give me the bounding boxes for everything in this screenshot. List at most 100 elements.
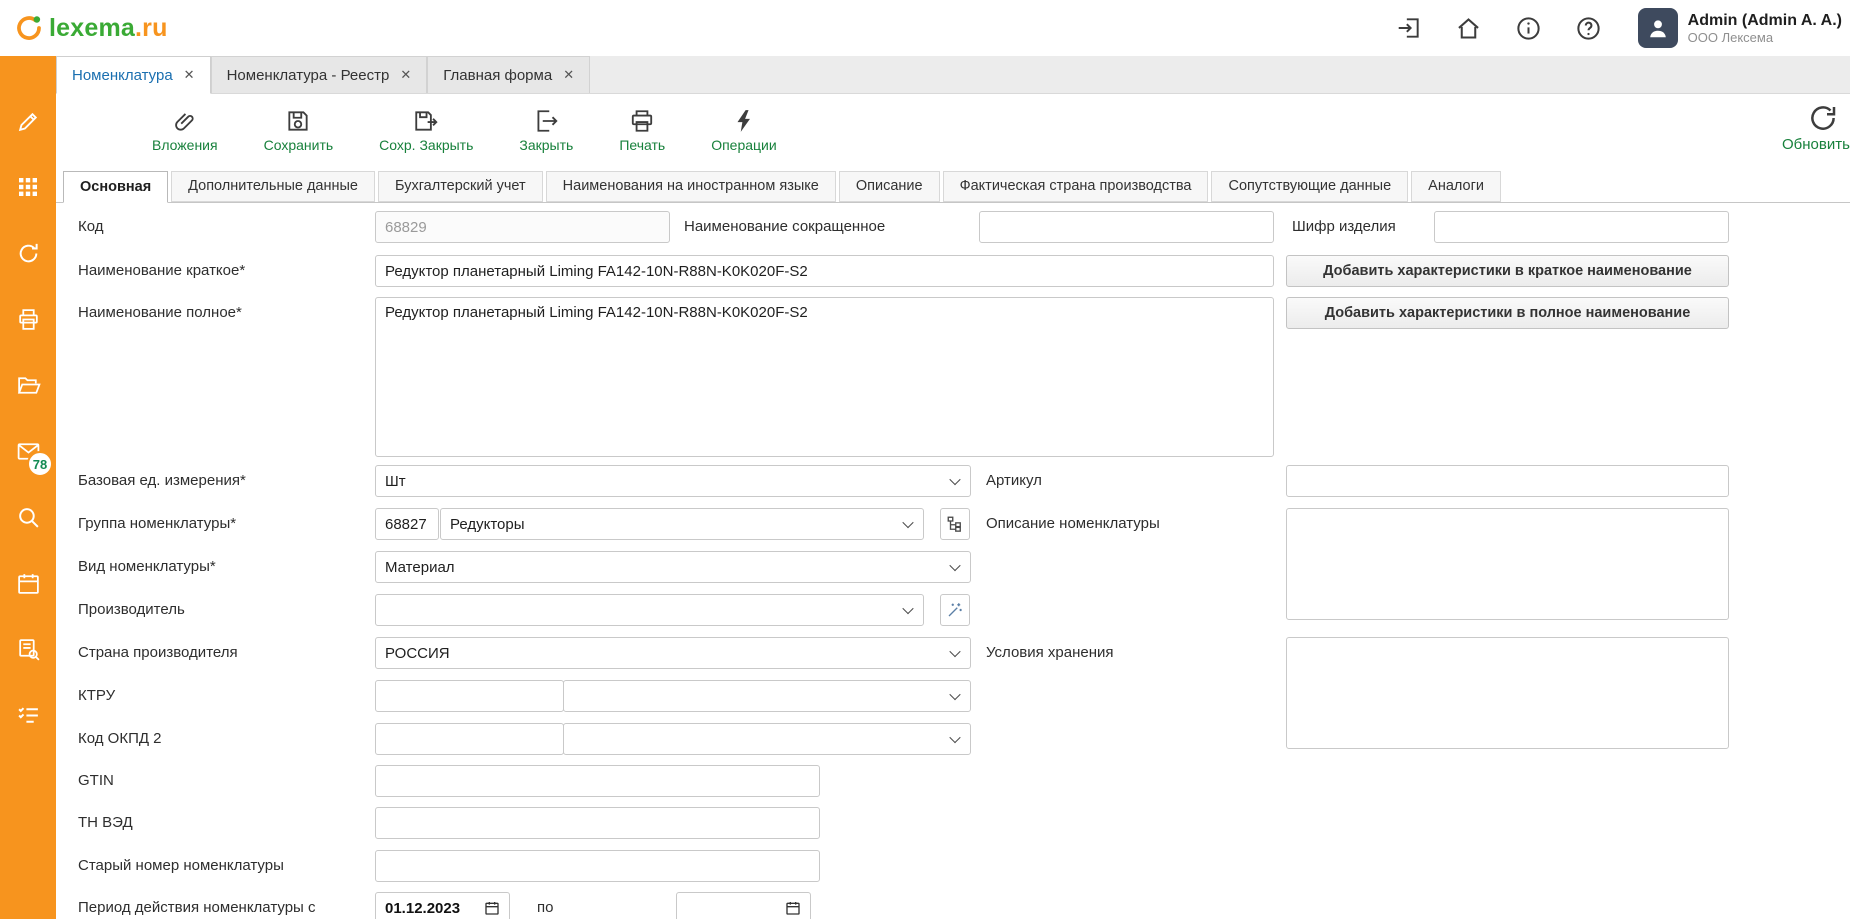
short-name-label: Наименование сокращенное	[684, 211, 885, 243]
base-unit-label: Базовая ед. измерения*	[78, 465, 246, 497]
chevron-down-icon	[949, 474, 960, 485]
group-select[interactable]: Редукторы	[440, 508, 924, 540]
folder-icon[interactable]	[15, 372, 41, 398]
description-label: Описание номенклатуры	[986, 508, 1160, 540]
group-value: Редукторы	[450, 516, 525, 533]
subtab-soputstvuyushchie[interactable]: Сопутствующие данные	[1211, 171, 1408, 202]
print-queue-icon[interactable]	[15, 306, 41, 332]
old-number-input[interactable]	[375, 850, 820, 882]
paperclip-icon	[172, 108, 198, 134]
toolbar-label: Обновить	[1782, 136, 1850, 153]
tnved-label: ТН ВЭД	[78, 807, 133, 839]
period-to-date[interactable]	[676, 892, 811, 919]
save-close-button[interactable]: Сохр. Закрыть	[379, 108, 473, 153]
group-code-input[interactable]	[375, 508, 439, 540]
subtab-osnovnaya[interactable]: Основная	[63, 171, 168, 203]
subtab-inostranny-yazyk[interactable]: Наименования на иностранном языке	[546, 171, 836, 202]
print-icon	[629, 108, 655, 134]
tab-nomenclatura-reestr[interactable]: Номенклатура - Реестр ✕	[211, 56, 428, 93]
print-button[interactable]: Печать	[619, 108, 665, 153]
tab-label: Главная форма	[443, 67, 552, 84]
add-characteristics-short-button[interactable]: Добавить характеристики в краткое наимен…	[1286, 255, 1729, 287]
ktru-code-input[interactable]	[375, 680, 564, 712]
search-icon[interactable]	[15, 504, 41, 530]
user-menu[interactable]: Admin (Admin A. A.) ООО Лексема	[1638, 8, 1842, 48]
subtab-opisanie[interactable]: Описание	[839, 171, 940, 202]
home-icon[interactable]	[1454, 13, 1484, 43]
operations-button[interactable]: Операции	[711, 108, 777, 153]
name-short-input[interactable]	[375, 255, 1274, 287]
close-form-button[interactable]: Закрыть	[519, 108, 573, 153]
gtin-label: GTIN	[78, 765, 114, 797]
base-unit-value: Шт	[385, 473, 406, 490]
toolbar-label: Операции	[711, 137, 777, 153]
edit-icon[interactable]	[15, 108, 41, 134]
okpd2-select[interactable]	[563, 723, 971, 755]
period-from-date[interactable]: 01.12.2023	[375, 892, 510, 919]
tnved-input[interactable]	[375, 807, 820, 839]
window-exit-icon[interactable]	[1394, 13, 1424, 43]
close-icon[interactable]: ✕	[563, 67, 574, 83]
close-icon[interactable]: ✕	[400, 67, 411, 83]
avatar	[1638, 8, 1678, 48]
add-characteristics-full-button[interactable]: Добавить характеристики в полное наимено…	[1286, 297, 1729, 329]
calendar-icon[interactable]	[785, 900, 801, 916]
period-to-label: по	[537, 892, 553, 919]
kind-select[interactable]: Материал	[375, 551, 971, 583]
ktru-label: КТРУ	[78, 680, 115, 712]
name-full-textarea[interactable]	[375, 297, 1274, 457]
lexema-logo-icon	[14, 13, 44, 43]
subtab-dopolnitelnye[interactable]: Дополнительные данные	[171, 171, 375, 202]
tab-glavnaya-forma[interactable]: Главная форма ✕	[427, 56, 590, 93]
sync-icon[interactable]	[15, 240, 41, 266]
okpd2-code-input[interactable]	[375, 723, 564, 755]
refresh-button[interactable]: Обновить	[1782, 103, 1850, 153]
cipher-input[interactable]	[1434, 211, 1729, 243]
user-organization: ООО Лексема	[1688, 30, 1842, 45]
subtab-buhuchet[interactable]: Бухгалтерский учет	[378, 171, 543, 202]
manufacturer-select[interactable]	[375, 594, 924, 626]
refresh-icon	[1808, 103, 1850, 133]
description-textarea[interactable]	[1286, 508, 1729, 620]
kind-value: Материал	[385, 559, 455, 576]
help-icon[interactable]	[1574, 13, 1604, 43]
tab-nomenclatura[interactable]: Номенклатура ✕	[56, 56, 211, 94]
storage-label: Условия хранения	[986, 637, 1114, 669]
code-input	[375, 211, 670, 243]
tasks-icon[interactable]	[15, 702, 41, 728]
storage-textarea[interactable]	[1286, 637, 1729, 749]
mail-icon[interactable]: 78	[15, 438, 41, 464]
lightning-icon	[731, 108, 757, 134]
group-tree-button[interactable]	[940, 508, 970, 540]
group-label: Группа номенклатуры*	[78, 508, 236, 540]
form-toolbar: Вложения Сохранить Сохр. Закрыть	[56, 94, 1850, 166]
user-name: Admin (Admin A. A.)	[1688, 11, 1842, 30]
country-select[interactable]: РОССИЯ	[375, 637, 971, 669]
short-name-input[interactable]	[979, 211, 1274, 243]
manufacturer-label: Производитель	[78, 594, 185, 626]
modules-grid-icon[interactable]	[15, 174, 41, 200]
article-input[interactable]	[1286, 465, 1729, 497]
save-button[interactable]: Сохранить	[264, 108, 334, 153]
subtab-analogi[interactable]: Аналоги	[1411, 171, 1501, 202]
close-icon[interactable]: ✕	[184, 67, 195, 83]
report-search-icon[interactable]	[15, 636, 41, 662]
toolbar-label: Вложения	[152, 137, 218, 153]
country-label: Страна производителя	[78, 637, 238, 669]
manufacturer-wizard-button[interactable]	[940, 594, 970, 626]
code-label: Код	[78, 211, 104, 243]
content-area: Номенклатура ✕ Номенклатура - Реестр ✕ Г…	[56, 56, 1850, 919]
base-unit-select[interactable]: Шт	[375, 465, 971, 497]
calendar-icon[interactable]	[15, 570, 41, 596]
lexema-logo: lexema.ru	[14, 13, 168, 43]
close-form-icon	[533, 108, 559, 134]
header-actions: Admin (Admin A. A.) ООО Лексема	[1394, 8, 1842, 48]
chevron-down-icon	[949, 646, 960, 657]
info-icon[interactable]	[1514, 13, 1544, 43]
ktru-select[interactable]	[563, 680, 971, 712]
country-value: РОССИЯ	[385, 645, 450, 662]
calendar-icon[interactable]	[484, 900, 500, 916]
gtin-input[interactable]	[375, 765, 820, 797]
subtab-strana-proizvodstva[interactable]: Фактическая страна производства	[943, 171, 1209, 202]
attachments-button[interactable]: Вложения	[152, 108, 218, 153]
